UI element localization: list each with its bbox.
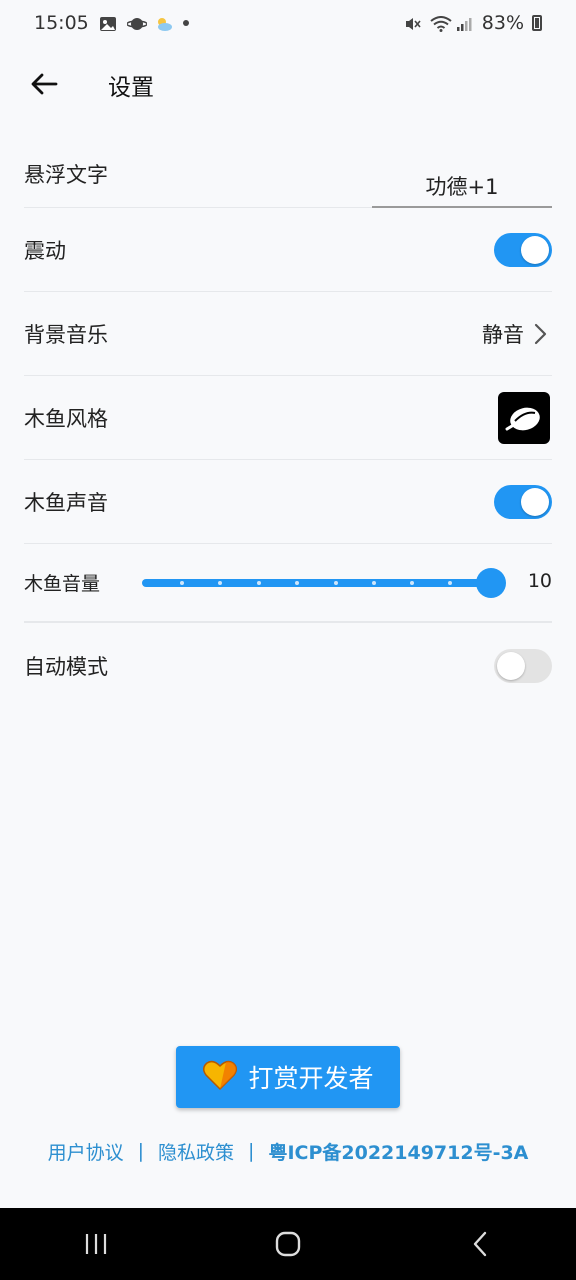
vibration-toggle[interactable] <box>494 232 552 267</box>
auto-mode-label: 自动模式 <box>24 654 108 679</box>
slider-thumb[interactable] <box>476 568 506 598</box>
wifi-icon <box>430 15 452 32</box>
donate-button[interactable]: 打赏开发者 <box>176 1046 400 1108</box>
weather-icon <box>155 15 173 31</box>
footer-links: 用户协议 | 隐私政策 | 粤ICP备2022149712号-3A <box>0 1134 576 1168</box>
status-bar: 15:05 83% <box>0 0 576 46</box>
settings-list: 悬浮文字 震动 背景音乐 静音 木鱼风格 木鱼声音 木鱼音 <box>24 140 552 708</box>
fish-sound-row[interactable]: 木鱼声音 <box>24 460 552 544</box>
battery-percent: 83% <box>481 12 524 34</box>
toggle-knob <box>497 651 525 680</box>
signal-icon <box>456 15 474 31</box>
back-arrow-icon[interactable] <box>24 64 64 104</box>
slider-tick <box>257 581 261 585</box>
separator: | <box>137 1140 145 1162</box>
slider-tick <box>218 581 222 585</box>
planet-icon <box>126 15 148 31</box>
user-agreement-link[interactable]: 用户协议 <box>48 1138 124 1165</box>
battery-icon <box>532 15 542 31</box>
slider-tick <box>372 581 376 585</box>
float-text-input[interactable] <box>372 166 552 208</box>
fish-sound-toggle[interactable] <box>494 484 552 519</box>
icp-link[interactable]: 粤ICP备2022149712号-3A <box>268 1138 528 1165</box>
app-bar: 设置 <box>0 52 576 116</box>
gallery-icon <box>99 15 117 31</box>
fish-style-row[interactable]: 木鱼风格 <box>24 376 552 460</box>
bg-music-value: 静音 <box>482 322 524 347</box>
slider-tick <box>334 581 338 585</box>
auto-mode-row[interactable]: 自动模式 <box>24 622 552 708</box>
fish-volume-row: 木鱼音量 10 <box>24 544 552 622</box>
slider-tick <box>295 581 299 585</box>
slider-track <box>142 579 494 587</box>
fish-volume-label: 木鱼音量 <box>24 573 101 595</box>
float-text-label: 悬浮文字 <box>24 163 108 187</box>
slider-tick <box>448 581 452 585</box>
volume-slider[interactable] <box>142 544 512 622</box>
bg-music-label: 背景音乐 <box>24 322 108 347</box>
fish-volume-value: 10 <box>527 570 552 592</box>
recent-apps-icon[interactable] <box>66 1220 126 1268</box>
separator: | <box>248 1140 255 1162</box>
dot-icon <box>182 20 189 26</box>
privacy-policy-link[interactable]: 隐私政策 <box>158 1138 234 1165</box>
vibration-label: 震动 <box>24 238 66 263</box>
slider-tick <box>410 581 414 585</box>
back-icon[interactable] <box>450 1220 510 1268</box>
chevron-right-icon <box>532 320 552 348</box>
bg-music-row[interactable]: 背景音乐 静音 <box>24 292 552 376</box>
auto-mode-toggle[interactable] <box>494 648 552 683</box>
heart-icon <box>202 1059 238 1095</box>
home-icon[interactable] <box>258 1220 318 1268</box>
toggle-knob <box>521 235 549 264</box>
float-text-row: 悬浮文字 <box>24 140 552 208</box>
toggle-knob <box>521 487 549 516</box>
slider-tick <box>180 581 184 585</box>
system-nav-bar <box>0 1208 576 1280</box>
fish-style-label: 木鱼风格 <box>24 406 108 431</box>
donate-label: 打赏开发者 <box>248 1064 374 1093</box>
wooden-fish-icon[interactable] <box>498 391 550 444</box>
page-title: 设置 <box>108 75 154 101</box>
status-time: 15:05 <box>34 12 89 34</box>
fish-sound-label: 木鱼声音 <box>24 490 108 515</box>
mute-icon <box>404 15 422 31</box>
vibration-row[interactable]: 震动 <box>24 208 552 292</box>
